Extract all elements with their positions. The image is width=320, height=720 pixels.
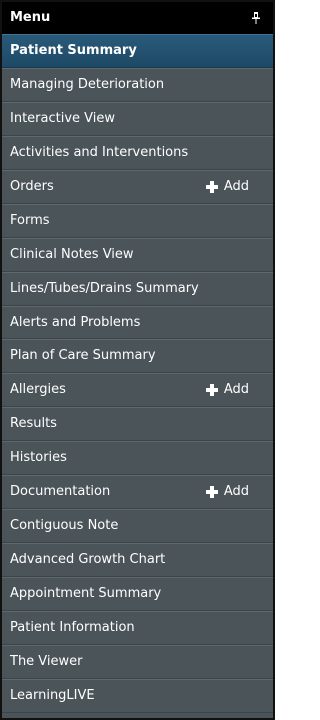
menu-item-label: Lines/Tubes/Drains Summary [10,280,199,296]
menu-item-label: Plan of Care Summary [10,348,156,364]
add-label: Add [223,178,249,194]
menu-item-label: Patient Summary [10,43,137,58]
menu-item-label: Forms [10,212,50,228]
menu-item-the-viewer[interactable]: The Viewer [2,644,273,679]
add-label: Add [223,484,249,500]
menu-item-allergies[interactable]: Allergies Add [2,373,273,408]
menu-item-documentation[interactable]: Documentation Add [2,475,273,510]
menu-item-label: Clinical Notes View [10,246,134,262]
menu-item-contiguous-note[interactable]: Contiguous Note [2,509,273,544]
add-orders-button[interactable]: Add [205,171,249,203]
menu-item-label: Results [10,416,57,432]
menu-item-label: Patient Information [10,619,135,635]
menu-item-lines-tubes-drains-summary[interactable]: Lines/Tubes/Drains Summary [2,271,273,306]
menu-item-label: Documentation [10,484,111,500]
menu-item-label: Appointment Summary [10,586,162,601]
menu-item-activities-and-interventions[interactable]: Activities and Interventions [2,135,273,170]
menu-item-label: Contiguous Note [10,518,119,534]
menu-item-plan-of-care-summary[interactable]: Plan of Care Summary [2,339,273,374]
menu-item-patient-information[interactable]: Patient Information [2,610,273,645]
menu-item-advanced-growth-chart[interactable]: Advanced Growth Chart [2,543,273,577]
menu-item-clinical-notes-view[interactable]: Clinical Notes View [2,237,273,272]
plus-icon [205,383,219,397]
menu-item-patient-summary[interactable]: Patient Summary [2,34,273,68]
menu-item-results[interactable]: Results [2,407,273,442]
menu-item-interactive-view[interactable]: Interactive View [2,101,273,136]
menu-item-label: The Viewer [10,653,83,669]
menu-item-label: Advanced Growth Chart [10,552,166,568]
add-allergies-button[interactable]: Add [205,374,249,406]
menu-item-label: Activities and Interventions [10,144,189,160]
menu-list: Patient Summary Managing Deterioration Int… [2,34,273,713]
plus-icon [205,485,219,499]
menu-item-label: Interactive View [10,110,116,126]
menu-header: Menu [2,2,273,34]
add-documentation-button[interactable]: Add [205,476,249,508]
menu-item-learninglive[interactable]: LearningLIVE [2,678,273,713]
add-label: Add [223,382,249,398]
menu-item-histories[interactable]: Histories [2,441,273,476]
menu-item-label: Managing Deterioration [10,76,165,92]
menu-item-label: Alerts and Problems [10,314,141,330]
menu-item-alerts-and-problems[interactable]: Alerts and Problems [2,305,273,340]
menu-item-appointment-summary[interactable]: Appointment Summary [2,577,273,611]
menu-item-forms[interactable]: Forms [2,203,273,238]
menu-item-label: Allergies [10,382,66,398]
pin-icon[interactable] [251,12,261,24]
menu-item-managing-deterioration[interactable]: Managing Deterioration [2,67,273,102]
menu-item-label: Orders [10,178,54,194]
menu-item-orders[interactable]: Orders Add [2,169,273,204]
menu-panel: Menu Patient Summary Managing Deteriorati… [0,0,275,720]
menu-item-label: Histories [10,450,67,466]
plus-icon [205,180,219,194]
menu-item-label: LearningLIVE [10,687,95,703]
menu-title: Menu [10,10,51,25]
